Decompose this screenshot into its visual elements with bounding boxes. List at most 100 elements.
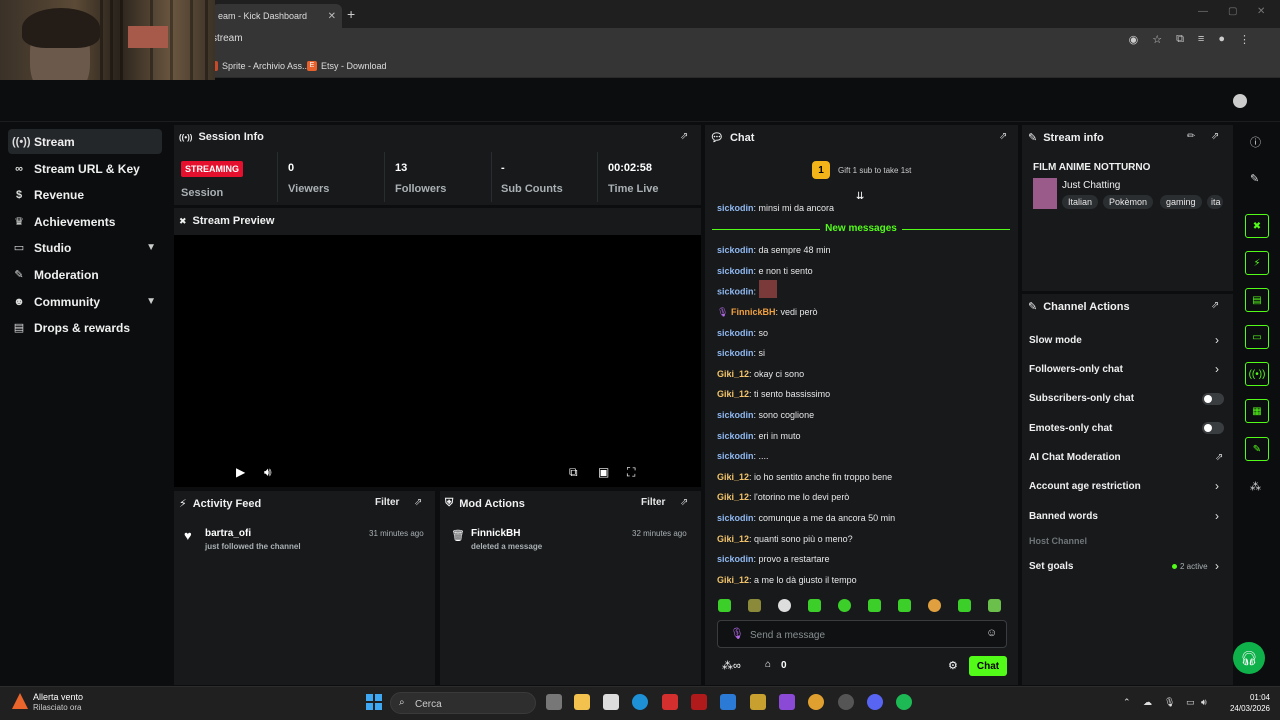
chat-message[interactable]: sickodin: [717, 280, 777, 298]
tray-display-icon[interactable]: ▭ [1186, 697, 1195, 708]
popout-icon[interactable]: ⇗ [1211, 300, 1219, 311]
chat-message[interactable]: sickodin: minsi mi da ancora [717, 203, 834, 213]
browser-tab[interactable]: eam - Kick Dashboard ✕ [212, 4, 342, 28]
emote-icon[interactable] [928, 599, 941, 612]
address-text[interactable]: stream [212, 33, 243, 44]
popout-icon[interactable]: ⇗ [1211, 131, 1219, 142]
mcafee-icon[interactable] [691, 694, 707, 710]
eye-off-icon[interactable]: ◉ [1129, 33, 1139, 46]
edit-pencil-icon[interactable]: ✏ [1187, 131, 1195, 142]
rail-broadcast-button[interactable]: ((•)) [1245, 362, 1269, 386]
gift-sub-banner[interactable]: 1 Gift 1 sub to take 1st [812, 161, 911, 179]
emote-icon[interactable] [958, 599, 971, 612]
category-thumbnail[interactable] [1033, 178, 1057, 209]
account-age-item[interactable]: Account age restriction [1029, 481, 1141, 492]
emoji-icon[interactable]: ☺ [986, 627, 997, 639]
chat-message[interactable]: sickodin: eri in muto [717, 431, 801, 441]
ai-chat-moderation-item[interactable]: AI Chat Moderation [1029, 452, 1121, 463]
chat-message[interactable]: Giki_12: okay ci sono [717, 369, 804, 379]
discord-icon[interactable] [867, 694, 883, 710]
theater-mode-icon[interactable]: ▣ [598, 465, 609, 479]
chat-message[interactable]: sickodin: so [717, 328, 768, 338]
bookmark-item[interactable]: Sprite - Archivio Ass... [208, 61, 310, 71]
stream-tag[interactable]: ita [1207, 195, 1223, 209]
close-window-icon[interactable]: ✕ [1257, 6, 1265, 17]
maximize-icon[interactable]: ▢ [1228, 6, 1237, 17]
windows-start-icon[interactable] [366, 694, 382, 710]
emote-icon[interactable] [718, 599, 731, 612]
weather-alert-title[interactable]: Allerta vento [33, 692, 83, 702]
sidebar-item-revenue[interactable]: $ Revenue [8, 182, 162, 207]
sidebar-item-achievements[interactable]: ♛ Achievements [8, 209, 162, 234]
fullscreen-icon[interactable]: ⛶ [627, 465, 635, 480]
chat-message[interactable]: Giki_12: ti sento bassissimo [717, 389, 830, 399]
stream-category[interactable]: Just Chatting [1062, 180, 1120, 191]
chat-message[interactable]: sickodin: sono coglione [717, 410, 814, 420]
activity-filter-button[interactable]: Filter [375, 497, 399, 508]
sidebar-item-stream-url-key[interactable]: ∞ Stream URL & Key [8, 156, 162, 181]
pinned-arrow-icon[interactable]: ⇊ [856, 191, 864, 202]
stream-preview-video[interactable] [174, 235, 701, 487]
support-headset-button[interactable]: 🎧︎ [1233, 642, 1265, 674]
chat-message[interactable]: sickodin: comunque a me da ancora 50 min [717, 513, 895, 523]
media-icon[interactable]: ≡ [1198, 33, 1204, 46]
chat-message[interactable]: Giki_12: quanti sono più o meno? [717, 534, 853, 544]
external-link-icon[interactable]: ⇗ [1215, 452, 1223, 463]
emotes-only-toggle[interactable] [1202, 422, 1224, 434]
emote-icon[interactable] [778, 599, 791, 612]
spotify-icon[interactable] [896, 694, 912, 710]
chat-message[interactable]: sickodin: si [717, 348, 765, 358]
menu-icon[interactable]: ⋮ [1239, 33, 1250, 46]
banned-words-item[interactable]: Banned words [1029, 511, 1098, 522]
chat-message[interactable]: Giki_12: a me lo dà giusto il tempo [717, 575, 857, 585]
activity-user[interactable]: bartra_ofi [205, 528, 251, 539]
info-icon[interactable]: ⓘ [1250, 134, 1261, 150]
tray-chevron-icon[interactable]: ⌃ [1123, 697, 1131, 708]
chevron-right-icon[interactable]: › [1215, 333, 1219, 347]
emote-icon[interactable] [808, 599, 821, 612]
chat-message[interactable]: sickodin: .... [717, 451, 769, 461]
rail-activity-button[interactable]: ⚡ [1245, 251, 1269, 275]
chevron-right-icon[interactable]: › [1215, 362, 1219, 376]
followers-only-item[interactable]: Followers-only chat [1029, 364, 1123, 375]
rail-notes-button[interactable]: ▤ [1245, 288, 1269, 312]
mail-icon[interactable] [720, 694, 736, 710]
minimize-icon[interactable]: — [1198, 6, 1208, 17]
chat-message-input[interactable] [750, 627, 970, 643]
sidebar-item-moderation[interactable]: ✎ Moderation [8, 262, 162, 287]
chrome-alt-icon[interactable] [838, 694, 854, 710]
new-tab-icon[interactable]: + [347, 6, 355, 22]
set-goals-item[interactable]: Set goals [1029, 561, 1073, 572]
gear-icon[interactable]: ⚙ [948, 659, 958, 672]
bookmark-item[interactable]: E Etsy - Download [307, 61, 387, 71]
chrome-icon[interactable] [808, 694, 824, 710]
chat-message[interactable]: Giki_12: l'otorino me lo devi però [717, 492, 849, 502]
twitch-icon[interactable] [779, 694, 795, 710]
close-tab-icon[interactable]: ✕ [328, 11, 336, 22]
tray-volume-icon[interactable]: 🔊︎ [1201, 697, 1207, 708]
popout-icon[interactable]: ⇗ [680, 131, 688, 142]
rail-chat-button[interactable]: ▭ [1245, 325, 1269, 349]
emote-icon[interactable] [838, 599, 851, 612]
chat-message[interactable]: sickodin: da sempre 48 min [717, 245, 831, 255]
rail-preview-button[interactable]: ✖ [1245, 214, 1269, 238]
store-app-icon[interactable] [603, 694, 619, 710]
popout-icon[interactable]: ⇗ [680, 497, 688, 508]
edge-icon[interactable] [632, 694, 648, 710]
emote-icon[interactable] [868, 599, 881, 612]
stream-tag[interactable]: Italian [1062, 195, 1099, 209]
chat-message[interactable]: Giki_12: io ho sentito anche fin troppo … [717, 472, 892, 482]
tray-cloud-icon[interactable]: ☁ [1143, 697, 1152, 708]
popout-icon[interactable]: ⇗ [999, 131, 1007, 142]
chat-message[interactable]: 🎙︎ FinnickBH: vedi però [717, 307, 818, 318]
chat-message[interactable]: sickodin: provo a restartare [717, 554, 830, 564]
game-app-icon[interactable] [750, 694, 766, 710]
emote-icon[interactable] [748, 599, 761, 612]
star-icon[interactable]: ☆ [1152, 33, 1162, 46]
picture-in-picture-icon[interactable]: ⧉ [569, 465, 578, 480]
taskbar-search-input[interactable] [415, 697, 525, 711]
rail-tools-button[interactable]: ✎ [1245, 437, 1269, 461]
send-chat-button[interactable]: Chat [969, 656, 1007, 676]
chevron-right-icon[interactable]: › [1215, 479, 1219, 493]
taskbar-clock[interactable]: 01:04 24/03/2026 [1222, 692, 1270, 714]
